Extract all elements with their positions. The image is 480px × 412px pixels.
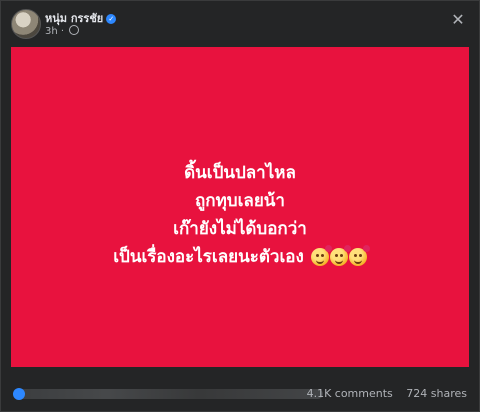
post-card: หนุ่ม กรรชัย ✓ 3h · ✕ ดิ้นเป็นปลาไหล ถูกท… — [0, 0, 480, 412]
verified-badge-icon: ✓ — [106, 14, 117, 24]
post-text-line-3: เก๊ายังไม่ได้บอกว่า — [173, 219, 307, 239]
post-background: ดิ้นเป็นปลาไหล ถูกทุบเลยน้า เก๊ายังไม่ได… — [11, 47, 469, 367]
post-text-line-4-row: เป็นเรื่องอะไรเลยนะตัวเอง — [11, 243, 469, 275]
reaction-icon[interactable] — [13, 388, 25, 400]
author-avatar[interactable] — [11, 9, 41, 39]
meta-separator: · — [60, 26, 65, 37]
post-stats: 4.1K comments 724 shares — [307, 387, 467, 400]
shares-count[interactable]: 724 shares — [406, 387, 467, 400]
post-header: หนุ่ม กรรชัย ✓ 3h · ✕ — [1, 1, 479, 45]
comments-count[interactable]: 4.1K comments — [307, 387, 393, 400]
author-name[interactable]: หนุ่ม กรรชัย — [45, 12, 103, 25]
post-text: ดิ้นเป็นปลาไหล ถูกทุบเลยน้า เก๊ายังไม่ได… — [11, 159, 469, 275]
post-text-line-2: ถูกทุบเลยน้า — [195, 191, 285, 211]
post-meta: 3h · — [45, 25, 80, 37]
post-text-line-1: ดิ้นเป็นปลาไหล — [184, 163, 296, 183]
post-time[interactable]: 3h — [45, 26, 58, 37]
smiling-face-with-hearts-icon — [310, 245, 332, 266]
close-icon[interactable]: ✕ — [449, 11, 467, 29]
blurred-reactions-area — [13, 389, 323, 399]
smiling-face-with-hearts-icon — [329, 245, 351, 266]
smiling-face-with-hearts-icon — [348, 245, 370, 266]
emoji-row — [310, 245, 370, 275]
post-footer: 4.1K comments 724 shares — [1, 377, 479, 411]
globe-icon — [69, 25, 80, 35]
post-text-line-4: เป็นเรื่องอะไรเลยนะตัวเอง — [113, 247, 304, 267]
